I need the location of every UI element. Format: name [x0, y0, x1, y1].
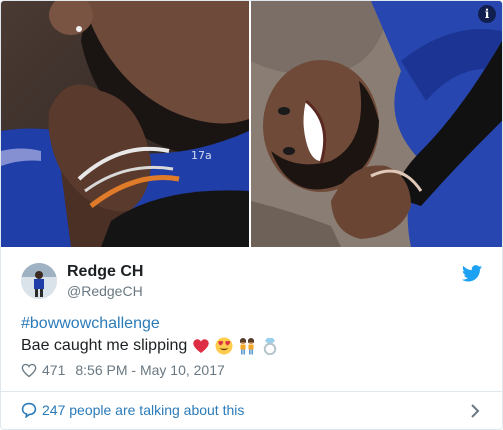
photo-right-image: [251, 1, 502, 247]
author-handle[interactable]: @RedgeCH: [67, 283, 143, 299]
twitter-bird-icon[interactable]: [462, 265, 482, 282]
two-women-emoji-icon: [240, 338, 255, 355]
tweet-timestamp[interactable]: 8:56 PM - May 10, 2017: [75, 362, 224, 378]
photo-left-image: 17a: [1, 1, 249, 247]
info-icon[interactable]: i: [478, 5, 496, 23]
conversation-text[interactable]: 247 people are talking about this: [42, 402, 244, 418]
tweet-text: Bae caught me slipping: [21, 337, 188, 354]
conversation-link[interactable]: 247 people are talking about this: [21, 402, 244, 418]
tweet-meta: 471 8:56 PM - May 10, 2017: [21, 362, 225, 378]
like-count[interactable]: 471: [42, 362, 65, 378]
speech-bubble-icon: [21, 402, 37, 418]
hashtag-link[interactable]: #bowwowchallenge: [21, 315, 160, 333]
red-heart-icon: [193, 339, 210, 353]
ring-icon: [264, 338, 277, 355]
avatar-image: [21, 263, 57, 299]
tweet-photo-right[interactable]: i: [251, 1, 502, 247]
tweet-photo-left[interactable]: 17a: [1, 1, 249, 247]
tweet-header: Redge CH @RedgeCH: [21, 263, 482, 303]
tweet-media[interactable]: 17a i: [1, 1, 502, 247]
embedded-tweet-card: 17a i Redge CH @RedgeCH #bowwowchallenge…: [0, 0, 503, 430]
svg-text:17a: 17a: [191, 149, 212, 162]
chevron-right-icon[interactable]: [470, 404, 480, 418]
tweet-footer[interactable]: 247 people are talking about this: [1, 391, 502, 429]
like-heart-icon[interactable]: [21, 363, 37, 378]
tweet-text-line: Bae caught me slipping: [21, 337, 279, 355]
heart-eyes-emoji-icon: [215, 337, 233, 355]
author-name[interactable]: Redge CH: [67, 263, 143, 281]
avatar[interactable]: [21, 263, 57, 299]
